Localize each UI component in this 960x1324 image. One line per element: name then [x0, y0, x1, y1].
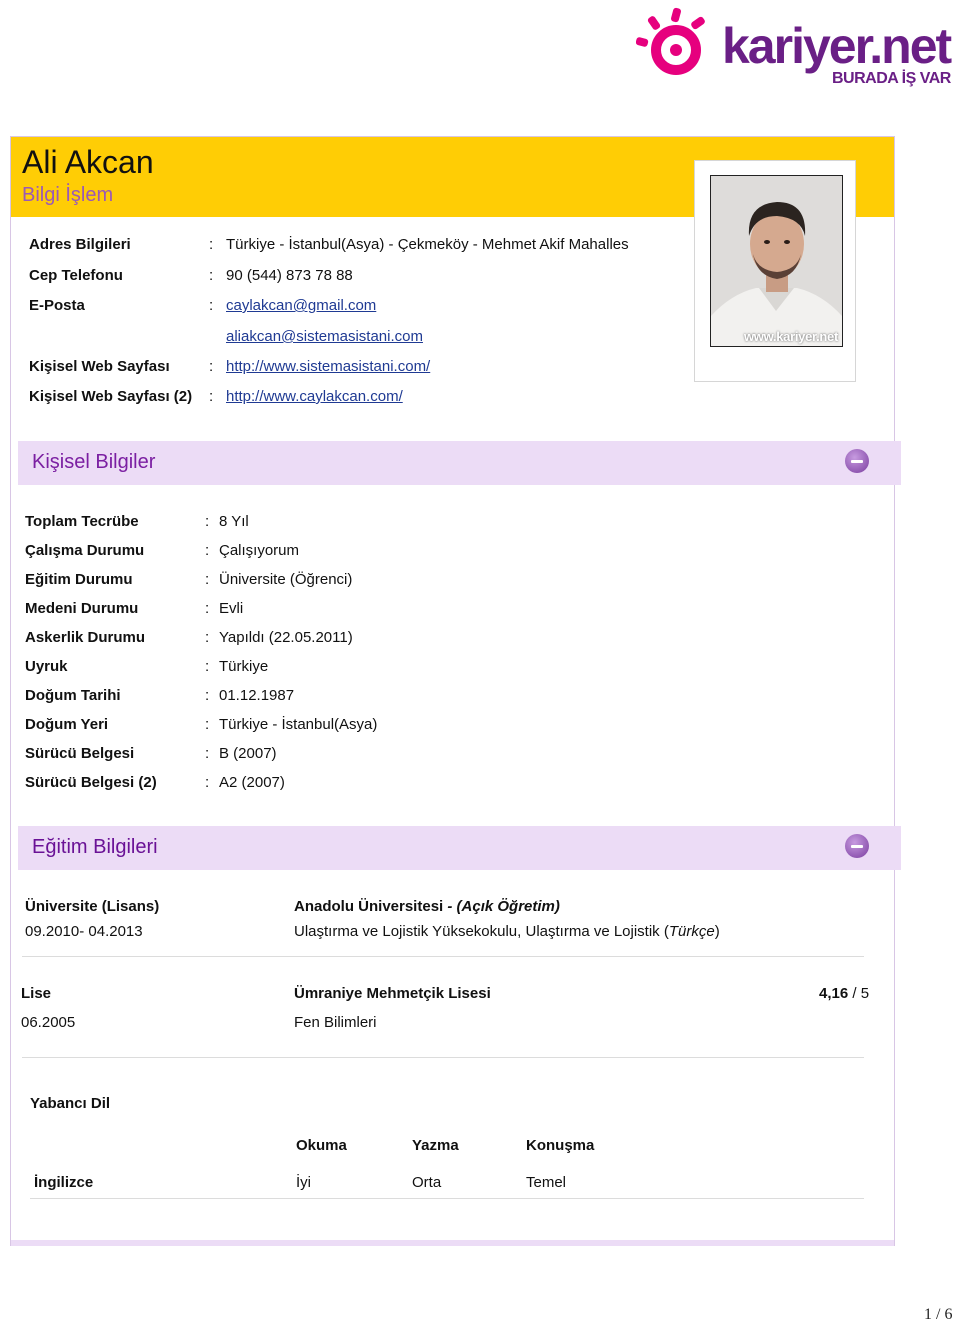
contact-label-phone: Cep Telefonu	[29, 267, 123, 284]
personal-label: Doğum Yeri	[25, 716, 109, 733]
personal-label: Eğitim Durumu	[25, 571, 133, 588]
university-language: Türkçe	[668, 923, 715, 940]
profile-photo-image	[711, 176, 842, 346]
personal-value: Çalışıyorum	[219, 542, 300, 559]
edu-dates-university: 09.2010- 04.2013	[25, 923, 143, 940]
personal-label: Toplam Tecrübe	[25, 513, 139, 530]
edu-faculty-university: Ulaştırma ve Lojistik Yüksekokulu, Ulaşt…	[294, 923, 720, 940]
contact-address: Türkiye - İstanbul(Asya) - Çekmeköy - Me…	[226, 236, 629, 253]
personal-value: Yapıldı (22.05.2011)	[219, 629, 353, 646]
personal-value: Türkiye - İstanbul(Asya)	[219, 716, 378, 733]
website-link-1[interactable]: http://www.sistemasistani.com/	[226, 358, 430, 375]
lang-writing-level: Orta	[412, 1174, 442, 1191]
collapse-minus-icon[interactable]	[845, 834, 869, 858]
personal-value: Türkiye	[219, 658, 269, 675]
languages-heading: Yabancı Dil	[30, 1095, 111, 1112]
personal-colon: :	[205, 542, 210, 559]
brand-name: kariyer.net	[722, 18, 952, 74]
edu-grade-highschool: 4,16 / 5	[819, 985, 869, 1002]
brand-tagline: BURADA İŞ VAR	[832, 70, 951, 87]
contact-colon: :	[209, 358, 214, 375]
personal-value: B (2007)	[219, 745, 277, 762]
lang-speaking-level: Temel	[526, 1174, 567, 1191]
contact-label-website-2: Kişisel Web Sayfası (2)	[29, 388, 193, 405]
personal-label: Uyruk	[25, 658, 68, 675]
personal-label: Medeni Durumu	[25, 600, 139, 617]
edu-field-highschool: Fen Bilimleri	[294, 1014, 377, 1031]
personal-colon: :	[205, 774, 210, 791]
section-header-education: Eğitim Bilgileri	[18, 826, 901, 870]
divider	[22, 956, 864, 957]
contact-colon: :	[209, 236, 214, 253]
edu-level-university: Üniversite (Lisans)	[25, 898, 160, 915]
contact-label-email: E-Posta	[29, 297, 85, 314]
card-bottom-band	[11, 1240, 894, 1246]
personal-colon: :	[205, 513, 210, 530]
personal-value: 8 Yıl	[219, 513, 249, 530]
kariyer-logo: kariyer.net BURADA İŞ VAR	[636, 4, 956, 96]
personal-colon: :	[205, 716, 210, 733]
collapse-minus-icon[interactable]	[845, 449, 869, 473]
edu-level-highschool: Lise	[21, 985, 52, 1002]
lang-reading-level: İyi	[296, 1174, 311, 1191]
personal-colon: :	[205, 571, 210, 588]
personal-value: Üniversite (Öğrenci)	[219, 571, 353, 588]
lang-col-reading: Okuma	[296, 1137, 347, 1154]
divider	[30, 1198, 864, 1199]
personal-value: 01.12.1987	[219, 687, 295, 704]
university-faculty-close: )	[714, 923, 720, 940]
contact-phone: 90 (544) 873 78 88	[226, 267, 353, 284]
university-name: Anadolu Üniversitesi	[294, 898, 444, 915]
contact-colon: :	[209, 267, 214, 284]
personal-value: A2 (2007)	[219, 774, 285, 791]
divider	[22, 1057, 864, 1058]
contact-label-address: Adres Bilgileri	[29, 236, 131, 253]
contact-colon: :	[209, 297, 214, 314]
personal-colon: :	[205, 629, 210, 646]
lang-name: İngilizce	[34, 1174, 94, 1191]
lang-col-speaking: Konuşma	[526, 1137, 595, 1154]
lang-col-writing: Yazma	[412, 1137, 459, 1154]
kariyer-logo-icon	[636, 7, 705, 75]
personal-label: Sürücü Belgesi	[25, 745, 135, 762]
university-faculty: Ulaştırma ve Lojistik Yüksekokulu, Ulaşt…	[294, 923, 669, 940]
website-link-2[interactable]: http://www.caylakcan.com/	[226, 388, 403, 405]
page-number: 1 / 6	[924, 1306, 953, 1323]
candidate-title: Bilgi İşlem	[22, 184, 114, 206]
edu-school-university: Anadolu Üniversitesi - (Açık Öğretim)	[294, 898, 560, 915]
personal-label: Sürücü Belgesi (2)	[25, 774, 157, 791]
personal-value: Evli	[219, 600, 244, 617]
section-header-personal: Kişisel Bilgiler	[18, 441, 901, 485]
contact-label-website: Kişisel Web Sayfası	[29, 358, 170, 375]
personal-label: Çalışma Durumu	[25, 542, 145, 559]
section-title-personal: Kişisel Bilgiler	[32, 451, 156, 473]
personal-colon: :	[205, 745, 210, 762]
edu-date-highschool: 06.2005	[21, 1014, 76, 1031]
profile-photo: www.kariyer.net	[710, 175, 843, 347]
personal-colon: :	[205, 687, 210, 704]
email-link-2[interactable]: aliakcan@sistemasistani.com	[226, 328, 423, 345]
section-title-education: Eğitim Bilgileri	[32, 836, 158, 858]
personal-label: Askerlik Durumu	[25, 629, 146, 646]
candidate-name: Ali Akcan	[22, 144, 154, 180]
grade-scale: / 5	[848, 985, 870, 1002]
personal-colon: :	[205, 600, 210, 617]
grade-value: 4,16	[819, 985, 849, 1002]
edu-school-highschool: Ümraniye Mehmetçik Lisesi	[294, 985, 491, 1002]
contact-colon: :	[209, 388, 214, 405]
personal-colon: :	[205, 658, 210, 675]
university-program-type: - (Açık Öğretim)	[443, 898, 560, 915]
photo-watermark: www.kariyer.net	[743, 329, 838, 344]
email-link-1[interactable]: caylakcan@gmail.com	[226, 297, 376, 314]
personal-label: Doğum Tarihi	[25, 687, 121, 704]
